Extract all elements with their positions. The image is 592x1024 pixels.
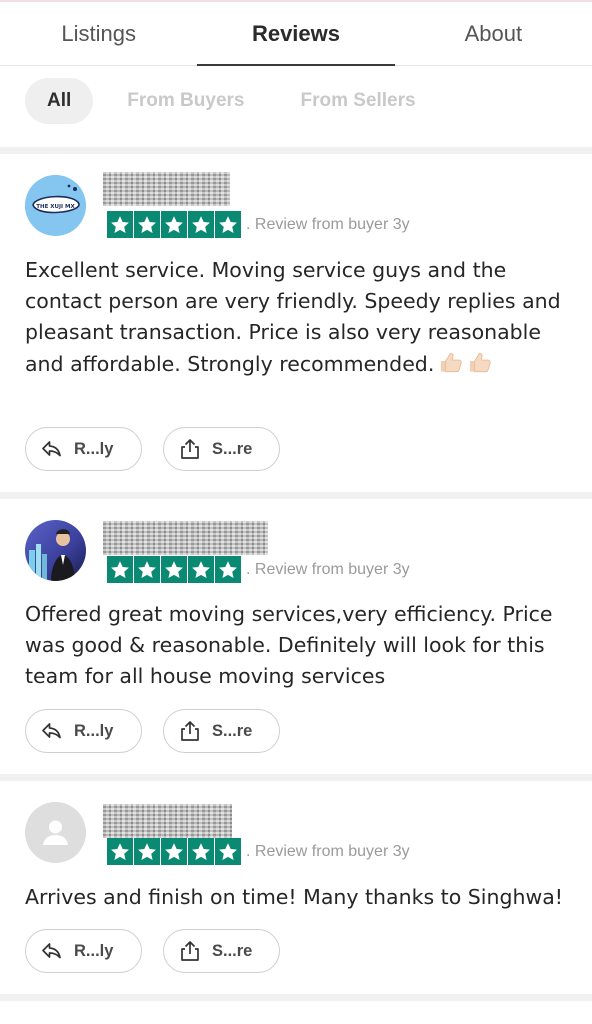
xuji-mx-logo-icon: THE XUJI MX xyxy=(25,175,86,236)
reply-button[interactable]: R...ly xyxy=(25,709,142,753)
reply-label: R...ly xyxy=(74,439,114,458)
thumbs-up-icon xyxy=(470,352,492,372)
share-icon xyxy=(181,941,199,961)
star-icon xyxy=(107,556,134,583)
review-text: Arrives and finish on time! Many thanks … xyxy=(25,885,564,909)
star-icon xyxy=(215,211,242,238)
divider xyxy=(0,994,592,1001)
review-meta: . Review from buyer 3y xyxy=(246,843,410,860)
review-filters: All From Buyers From Sellers xyxy=(25,78,450,124)
share-button[interactable]: S...re xyxy=(163,709,280,753)
share-button[interactable]: S...re xyxy=(163,929,280,973)
star-icon xyxy=(188,211,215,238)
review-meta: . Review from buyer 3y xyxy=(246,561,410,578)
avatar[interactable] xyxy=(25,802,86,863)
filter-all[interactable]: All xyxy=(25,78,94,124)
divider xyxy=(0,774,592,781)
divider xyxy=(0,492,592,499)
share-icon xyxy=(181,439,199,459)
share-label: S...re xyxy=(212,941,253,960)
avatar[interactable]: THE XUJI MX xyxy=(25,175,86,236)
tab-reviews[interactable]: Reviews xyxy=(197,2,395,66)
star-icon xyxy=(188,556,215,583)
star-icon xyxy=(215,838,242,865)
reply-icon xyxy=(42,441,61,457)
default-user-icon xyxy=(25,802,86,863)
reviewer-name-blurred xyxy=(103,521,268,555)
review-meta: . Review from buyer 3y xyxy=(246,216,410,233)
star-icon xyxy=(107,211,134,238)
star-icon xyxy=(134,211,161,238)
tab-about[interactable]: About xyxy=(395,2,592,65)
avatar[interactable] xyxy=(25,520,86,581)
share-label: S...re xyxy=(212,721,253,740)
reply-button[interactable]: R...ly xyxy=(25,929,142,973)
share-button[interactable]: S...re xyxy=(163,427,280,471)
star-icon xyxy=(134,556,161,583)
reply-button[interactable]: R...ly xyxy=(25,427,142,471)
star-icon xyxy=(161,838,188,865)
reply-label: R...ly xyxy=(74,721,114,740)
filter-from-buyers[interactable]: From Buyers xyxy=(105,78,266,124)
avatar-logo-text: THE XUJI MX xyxy=(36,204,75,210)
star-icon xyxy=(215,556,242,583)
share-label: S...re xyxy=(212,439,253,458)
star-icon xyxy=(161,556,188,583)
tab-listings[interactable]: Listings xyxy=(0,2,197,65)
thumbs-up-icon xyxy=(441,352,463,372)
reply-label: R...ly xyxy=(74,941,114,960)
star-icon xyxy=(107,838,134,865)
user-photo-icon xyxy=(25,520,86,581)
profile-tabs: Listings Reviews About xyxy=(0,2,592,66)
star-icon xyxy=(188,838,215,865)
reply-icon xyxy=(42,943,61,959)
share-icon xyxy=(181,721,199,741)
divider xyxy=(0,147,592,154)
filter-from-sellers[interactable]: From Sellers xyxy=(278,78,437,124)
review-text: Excellent service. Moving service guys a… xyxy=(25,258,561,376)
rating-stars xyxy=(107,556,242,583)
reply-icon xyxy=(42,723,61,739)
review-text: Offered great moving services,very effic… xyxy=(25,602,553,689)
rating-stars xyxy=(107,211,242,238)
star-icon xyxy=(134,838,161,865)
star-icon xyxy=(161,211,188,238)
reviewer-name-blurred xyxy=(103,172,230,206)
rating-stars xyxy=(107,838,242,865)
reviewer-name-blurred xyxy=(103,804,232,838)
